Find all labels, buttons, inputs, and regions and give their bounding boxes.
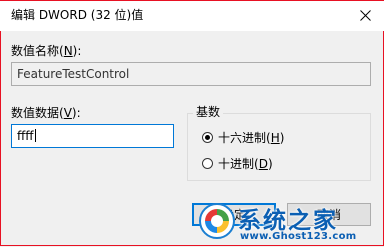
window-title: 编辑 DWORD (32 位)值 [11,8,144,22]
value-name-label-suffix: ): [72,44,82,58]
value-name-label: 数值名称(N): [11,42,81,59]
value-data-label-suffix: ): [71,106,81,120]
base-group-title: 基数 [193,103,224,120]
value-name-label-prefix: 数值名称( [11,44,64,58]
radio-hex-label-prefix: 十六进制( [218,131,271,145]
radio-hex-label-suffix: ) [279,130,285,145]
radio-selected-icon [202,132,213,143]
radio-hex-accesskey: H [270,130,280,145]
radio-dec-label-suffix: ) [267,156,273,171]
ok-button[interactable]: 确定 [192,203,276,226]
value-name-field[interactable]: FeatureTestControl [11,62,371,86]
text-caret [34,129,36,142]
radio-decimal[interactable]: 十进制(D) [202,155,273,172]
radio-unselected-icon [202,158,213,169]
value-data-accesskey: V [63,106,72,120]
value-data-label: 数值数据(V): [11,104,81,121]
radio-dec-accesskey: D [258,156,268,171]
value-data-input[interactable]: ffff [11,124,174,148]
cancel-button[interactable]: 取消 [287,203,371,226]
value-data-text: ffff [17,129,34,143]
close-icon [359,9,371,21]
value-data-label-prefix: 数值数据( [11,106,64,120]
radio-dec-label-prefix: 十进制( [218,157,259,171]
value-name-accesskey: N [63,44,73,58]
close-button[interactable] [352,4,378,26]
radio-hexadecimal[interactable]: 十六进制(H) [202,129,284,146]
title-bar[interactable]: 编辑 DWORD (32 位)值 [0,0,384,31]
